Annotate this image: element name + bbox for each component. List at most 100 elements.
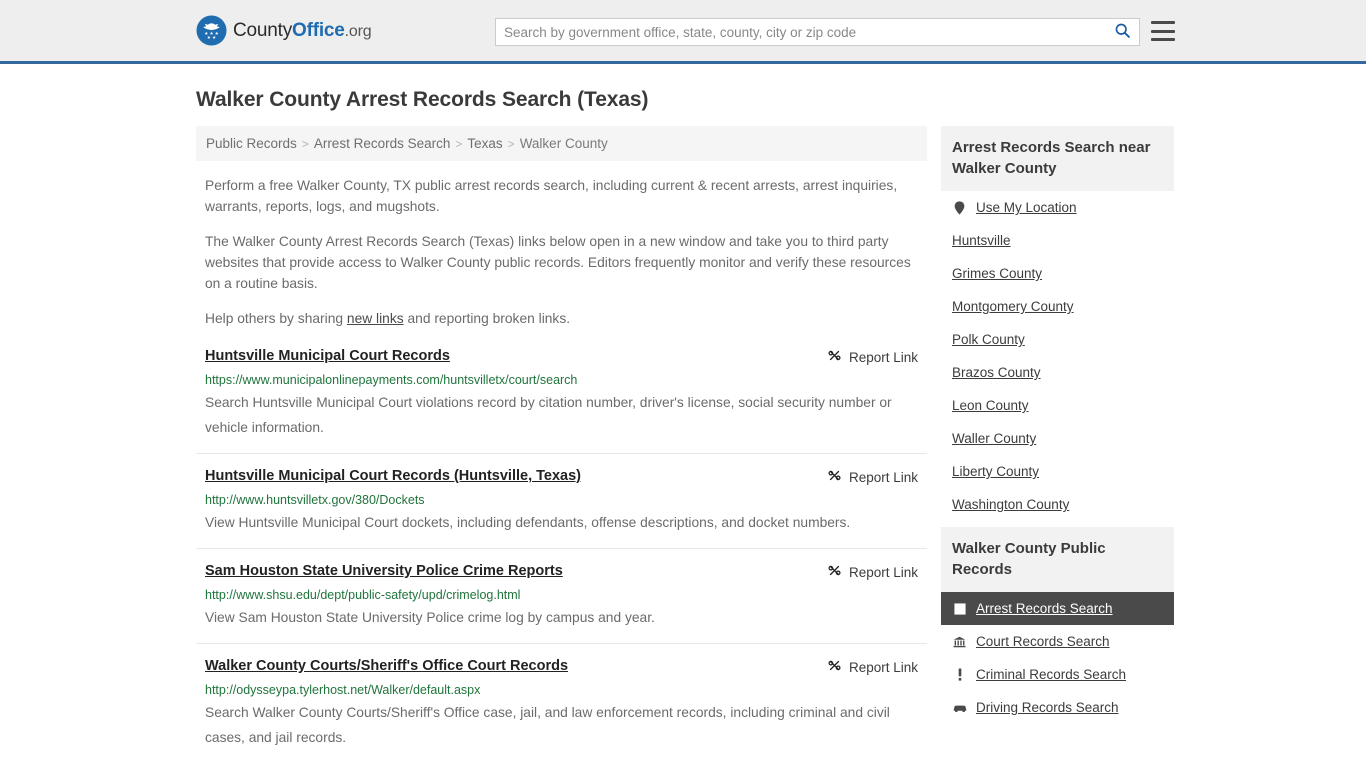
page-container: Walker County Arrest Records Search (Tex… — [0, 88, 1366, 768]
sidebar-item-washington-county[interactable]: Washington County — [941, 488, 1174, 521]
report-link-button[interactable]: Report Link — [827, 467, 918, 486]
arrest-card-icon — [952, 602, 967, 615]
eagle-seal-logo-icon — [196, 15, 227, 46]
results-list: Huntsville Municipal Court Records Repor… — [196, 347, 927, 763]
report-link-button[interactable]: Report Link — [827, 562, 918, 581]
result-title-link[interactable]: Huntsville Municipal Court Records — [205, 347, 450, 366]
site-logo-link[interactable]: CountyOffice.org — [196, 15, 372, 46]
breadcrumb-separator: > — [507, 136, 515, 151]
report-link-button[interactable]: Report Link — [827, 347, 918, 366]
list-item: Criminal Records Search — [941, 658, 1174, 691]
result-header: Huntsville Municipal Court Records Repor… — [205, 347, 918, 366]
result-header: Sam Houston State University Police Crim… — [205, 562, 918, 581]
intro-p3-after: and reporting broken links. — [403, 311, 571, 326]
broken-link-icon — [827, 563, 842, 581]
list-item: Polk County — [941, 323, 1174, 356]
broken-link-icon — [827, 658, 842, 676]
sidebar-item-label: Leon County — [952, 398, 1029, 413]
list-item: Montgomery County — [941, 290, 1174, 323]
list-item: Driving Records Search — [941, 691, 1174, 724]
report-link-label: Report Link — [848, 349, 918, 365]
sidebar-item-court-records-search[interactable]: Court Records Search — [941, 625, 1174, 658]
nearby-searches-list: Use My Location Huntsville Grimes County — [941, 191, 1174, 521]
sidebar-item-label: Polk County — [952, 332, 1025, 347]
content-layout: Public Records > Arrest Records Search >… — [196, 126, 1174, 768]
search-input[interactable] — [496, 19, 1105, 45]
sidebar-item-driving-records-search[interactable]: Driving Records Search — [941, 691, 1174, 724]
sidebar-item-label: Washington County — [952, 497, 1070, 512]
map-pin-icon — [952, 200, 967, 215]
search-button[interactable] — [1105, 19, 1139, 45]
sidebar-item-label: Liberty County — [952, 464, 1040, 479]
list-item: Liberty County — [941, 455, 1174, 488]
search-bar — [495, 18, 1140, 46]
sidebar-item-label: Waller County — [952, 431, 1037, 446]
sidebar-item-leon-county[interactable]: Leon County — [941, 389, 1174, 422]
brand-tld: .org — [344, 22, 372, 40]
sidebar: Arrest Records Search near Walker County… — [941, 126, 1174, 730]
sidebar-item-huntsville[interactable]: Huntsville — [941, 224, 1174, 257]
result-url: http://odysseypa.tylerhost.net/Walker/de… — [205, 683, 481, 697]
sidebar-item-label: Montgomery County — [952, 299, 1074, 314]
hamburger-bar — [1151, 21, 1175, 24]
brand-office: Office — [292, 19, 345, 41]
public-records-list: Arrest Records Search Court Records Sear… — [941, 592, 1174, 724]
intro-text: Perform a free Walker County, TX public … — [196, 175, 927, 329]
intro-paragraph-1: Perform a free Walker County, TX public … — [205, 178, 898, 214]
report-link-label: Report Link — [848, 564, 918, 580]
intro-paragraph-3: Help others by sharing new links and rep… — [196, 308, 927, 329]
sidebar-item-grimes-county[interactable]: Grimes County — [941, 257, 1174, 290]
breadcrumb-item-public-records[interactable]: Public Records — [206, 136, 297, 151]
brand-county: County — [233, 19, 293, 41]
sidebar-item-label: Arrest Records Search — [976, 601, 1113, 616]
list-item: Use My Location — [941, 191, 1174, 224]
sidebar-item-polk-county[interactable]: Polk County — [941, 323, 1174, 356]
breadcrumb-item-arrest-records-search[interactable]: Arrest Records Search — [314, 136, 451, 151]
new-links-link[interactable]: new links — [347, 311, 404, 326]
breadcrumb: Public Records > Arrest Records Search >… — [196, 126, 927, 161]
page-title: Walker County Arrest Records Search (Tex… — [196, 88, 649, 111]
breadcrumb-separator: > — [301, 136, 309, 151]
sidebar-item-label: Criminal Records Search — [976, 667, 1127, 682]
sidebar-item-criminal-records-search[interactable]: Criminal Records Search — [941, 658, 1174, 691]
sidebar-item-arrest-records-search[interactable]: Arrest Records Search — [941, 592, 1174, 625]
result-header: Walker County Courts/Sheriff's Office Co… — [205, 657, 918, 676]
report-link-label: Report Link — [848, 469, 918, 485]
sidebar-item-label: Huntsville — [952, 233, 1011, 248]
sidebar-item-liberty-county[interactable]: Liberty County — [941, 455, 1174, 488]
result-title-link[interactable]: Sam Houston State University Police Crim… — [205, 562, 563, 581]
public-records-heading: Walker County Public Records — [941, 527, 1174, 592]
sidebar-item-label: Use My Location — [976, 200, 1077, 215]
site-logo-wordmark: CountyOffice.org — [233, 19, 372, 42]
sidebar-item-use-my-location[interactable]: Use My Location — [941, 191, 1174, 224]
list-item: Huntsville — [941, 224, 1174, 257]
list-item: Leon County — [941, 389, 1174, 422]
result-title-link[interactable]: Walker County Courts/Sheriff's Office Co… — [205, 657, 568, 676]
nearby-searches-box: Arrest Records Search near Walker County… — [941, 126, 1174, 521]
breadcrumb-item-walker-county: Walker County — [519, 136, 608, 151]
sidebar-item-montgomery-county[interactable]: Montgomery County — [941, 290, 1174, 323]
result-item: Sam Houston State University Police Crim… — [196, 562, 927, 644]
list-item: Court Records Search — [941, 625, 1174, 658]
broken-link-icon — [827, 468, 842, 486]
nearby-searches-heading: Arrest Records Search near Walker County — [941, 126, 1174, 191]
broken-link-icon — [827, 348, 842, 366]
result-title-link[interactable]: Huntsville Municipal Court Records (Hunt… — [205, 467, 581, 486]
list-item: Brazos County — [941, 356, 1174, 389]
breadcrumb-separator: > — [455, 136, 463, 151]
hamburger-menu-icon[interactable] — [1151, 21, 1175, 41]
breadcrumb-item-texas[interactable]: Texas — [467, 136, 502, 151]
main-column: Public Records > Arrest Records Search >… — [196, 126, 927, 768]
result-header: Huntsville Municipal Court Records (Hunt… — [205, 467, 918, 486]
result-item: Huntsville Municipal Court Records (Hunt… — [196, 467, 927, 549]
car-icon — [952, 703, 967, 713]
report-link-button[interactable]: Report Link — [827, 657, 918, 676]
sidebar-item-brazos-county[interactable]: Brazos County — [941, 356, 1174, 389]
sidebar-item-label: Brazos County — [952, 365, 1041, 380]
hamburger-bar — [1151, 38, 1175, 41]
sidebar-item-waller-county[interactable]: Waller County — [941, 422, 1174, 455]
result-item: Walker County Courts/Sheriff's Office Co… — [196, 657, 927, 763]
list-item: Arrest Records Search — [941, 592, 1174, 625]
list-item: Grimes County — [941, 257, 1174, 290]
courthouse-icon — [952, 636, 967, 648]
